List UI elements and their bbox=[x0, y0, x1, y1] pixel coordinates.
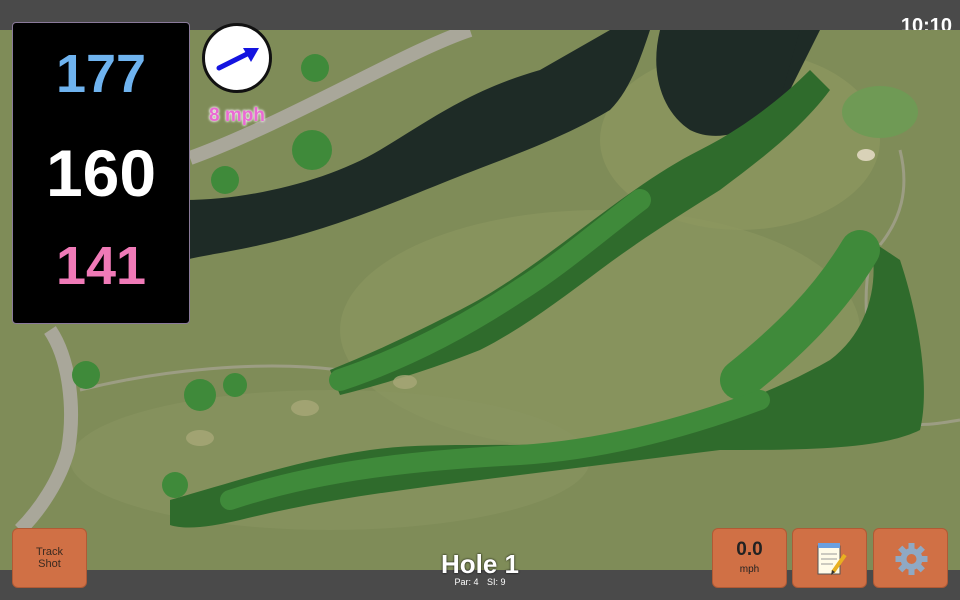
si-label: SI: 9 bbox=[487, 577, 506, 587]
track-shot-button[interactable]: Track Shot bbox=[12, 528, 87, 588]
front-distance: 141 bbox=[55, 236, 147, 296]
hole-title: Hole 1 bbox=[440, 549, 520, 579]
hole-info: Par: 4 SI: 9 bbox=[380, 577, 580, 587]
track-shot-label-line1: Track bbox=[35, 546, 64, 558]
middle-distance: 160 bbox=[45, 136, 157, 210]
wind-speed: 8 mph bbox=[209, 105, 265, 126]
wind-indicator bbox=[202, 23, 272, 93]
distance-panel: 177 160 141 bbox=[12, 22, 190, 324]
gear-icon bbox=[895, 543, 928, 575]
notes-button[interactable] bbox=[792, 528, 867, 588]
speed-button[interactable]: 0.0 mph bbox=[712, 528, 787, 588]
settings-button[interactable] bbox=[873, 528, 948, 588]
track-shot-label-line2: Shot bbox=[38, 558, 61, 570]
notepad-icon bbox=[817, 543, 847, 575]
back-distance: 177 bbox=[55, 44, 147, 104]
speed-unit: mph bbox=[739, 564, 760, 575]
speed-value: 0.0 bbox=[736, 539, 763, 560]
wind-arrow-icon bbox=[216, 48, 259, 71]
par-label: Par: 4 bbox=[454, 577, 479, 587]
